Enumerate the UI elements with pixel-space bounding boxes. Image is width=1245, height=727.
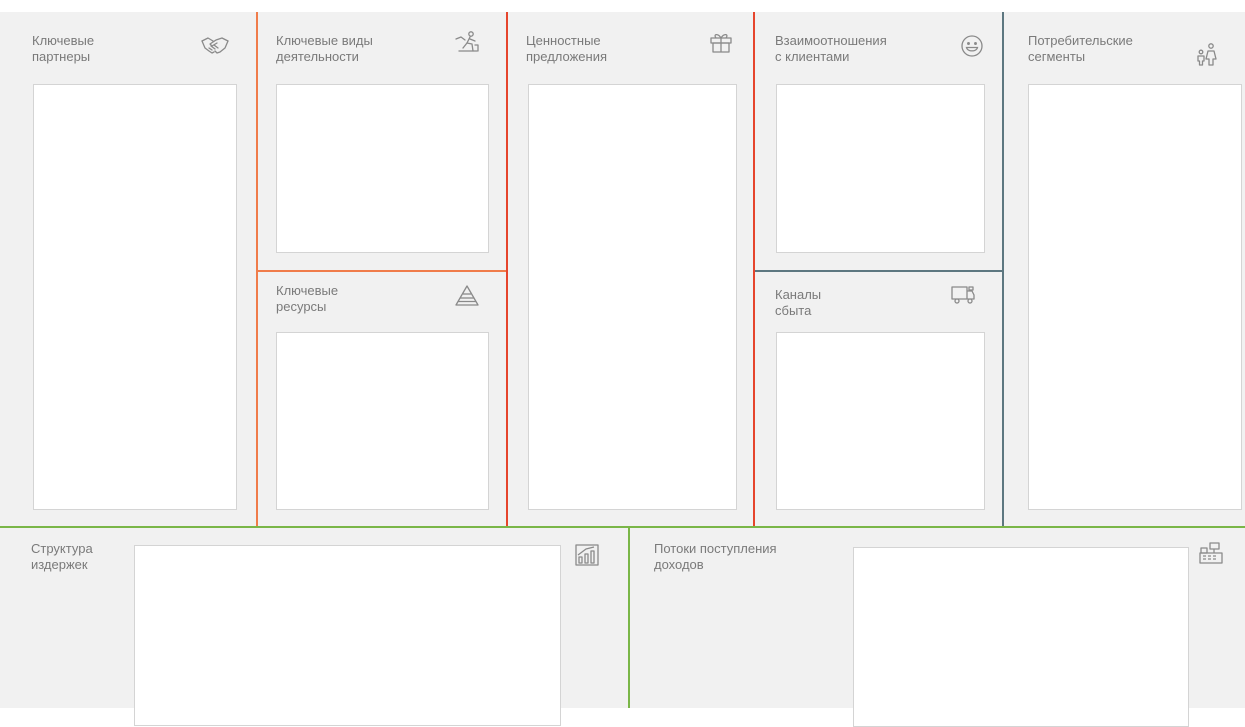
business-model-canvas: Ключевые партнеры Ключевые виды деятельн… <box>0 0 1245 727</box>
value-propositions-title: Ценностные предложения <box>526 33 608 64</box>
divider-activities-resources <box>258 270 506 272</box>
divider-bottom-horizontal <box>0 526 1245 528</box>
customer-relationships-input[interactable] <box>776 84 985 253</box>
key-partners-section: Ключевые партнеры <box>0 12 256 526</box>
chart-icon <box>574 543 600 567</box>
truck-icon <box>950 282 976 306</box>
cost-structure-title: Структура издержек <box>31 541 93 572</box>
key-partners-input[interactable] <box>33 84 237 510</box>
customer-relationships-title: Взаимоотношения с клиентами <box>775 33 887 64</box>
value-propositions-input[interactable] <box>528 84 737 510</box>
channels-title: Каналы сбыта <box>775 287 822 318</box>
divider-bottom-vertical <box>628 528 630 708</box>
key-resources-title: Ключевые ресурсы <box>276 283 339 314</box>
channels-input[interactable] <box>776 332 985 510</box>
handshake-icon <box>200 33 230 57</box>
divider-key-partners <box>256 12 258 526</box>
customer-segments-input[interactable] <box>1028 84 1242 510</box>
smiley-icon <box>959 34 985 58</box>
key-partners-title: Ключевые партнеры <box>32 33 95 64</box>
customer-segments-section: Потребительские сегменты <box>1004 12 1245 526</box>
divider-value-right <box>753 12 755 526</box>
revenue-streams-input[interactable] <box>853 547 1189 727</box>
pyramid-icon <box>454 284 480 308</box>
key-activities-input[interactable] <box>276 84 489 253</box>
channels-section: Каналы сбыта <box>755 272 1002 526</box>
customer-segments-title: Потребительские сегменты <box>1028 33 1133 64</box>
people-icon <box>1194 42 1220 66</box>
gift-icon <box>708 30 734 54</box>
cost-structure-input[interactable] <box>134 545 561 726</box>
cost-structure-section: Структура издержек <box>0 528 628 726</box>
key-resources-section: Ключевые ресурсы <box>258 272 506 526</box>
revenue-streams-section: Потоки поступления доходов <box>630 528 1245 727</box>
revenue-streams-title: Потоки поступления доходов <box>654 541 777 572</box>
value-propositions-section: Ценностные предложения <box>508 12 753 526</box>
key-activities-title: Ключевые виды деятельности <box>276 33 373 64</box>
divider-relationships-channels <box>755 270 1002 272</box>
cash-register-icon <box>1198 541 1224 565</box>
worker-icon <box>454 30 480 54</box>
key-resources-input[interactable] <box>276 332 489 510</box>
key-activities-section: Ключевые виды деятельности <box>258 12 506 270</box>
divider-value-left <box>506 12 508 526</box>
customer-relationships-section: Взаимоотношения с клиентами <box>755 12 1002 270</box>
divider-segments <box>1002 12 1004 526</box>
